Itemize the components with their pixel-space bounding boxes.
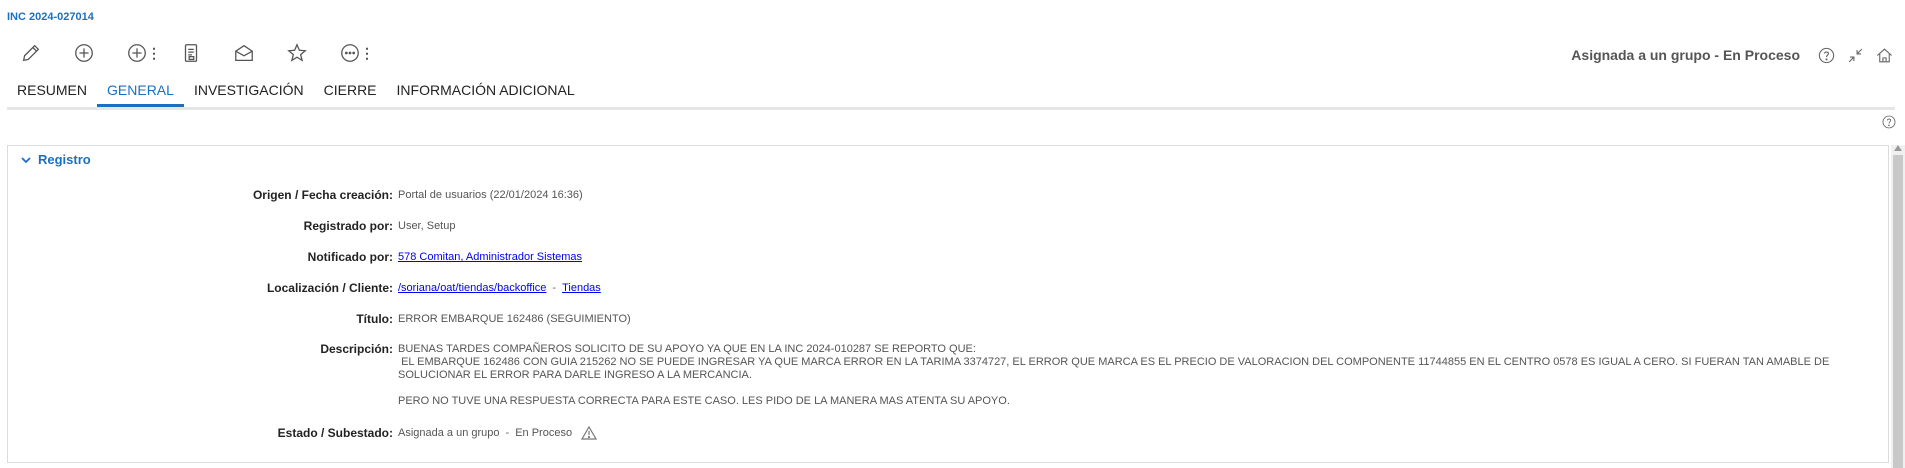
status-area: Asignada a un grupo - En Proceso bbox=[1571, 43, 1895, 67]
scroll-thumb[interactable] bbox=[1893, 155, 1903, 468]
envelope-open-icon[interactable] bbox=[231, 40, 257, 66]
scroll-up-arrow-icon[interactable] bbox=[1894, 145, 1902, 151]
registro-panel: Registro Origen / Fecha creación: Portal… bbox=[7, 145, 1889, 463]
tab-bar: RESUMEN GENERAL INVESTIGACIÓN CIERRE INF… bbox=[7, 80, 585, 108]
tab-general[interactable]: GENERAL bbox=[97, 80, 184, 108]
field-label: Notificado por: bbox=[307, 250, 393, 264]
scrollbar[interactable] bbox=[1891, 145, 1905, 468]
help-icon[interactable] bbox=[1815, 44, 1837, 66]
chevron-down-icon bbox=[21, 156, 31, 163]
field-value: User, Setup bbox=[398, 220, 456, 232]
star-icon[interactable] bbox=[284, 40, 310, 66]
add-circle-icon[interactable] bbox=[71, 40, 97, 66]
substate-value: En Proceso bbox=[515, 426, 573, 439]
more-options-icon[interactable]: ⋮ bbox=[360, 40, 374, 66]
tab-investigacion[interactable]: INVESTIGACIÓN bbox=[184, 80, 314, 108]
location-link[interactable]: /soriana/oat/tiendas/backoffice bbox=[398, 282, 546, 294]
field-label: Título: bbox=[356, 312, 393, 326]
home-icon[interactable] bbox=[1873, 44, 1895, 66]
warning-icon[interactable] bbox=[581, 425, 598, 440]
tab-cierre[interactable]: CIERRE bbox=[314, 80, 387, 108]
more-options-icon[interactable]: ⋮ bbox=[147, 40, 161, 66]
section-title: Registro bbox=[38, 152, 91, 167]
field-label: Estado / Subestado: bbox=[277, 426, 393, 440]
field-label: Registrado por: bbox=[303, 219, 393, 233]
client-link[interactable]: Tiendas bbox=[562, 282, 601, 294]
pencil-icon[interactable] bbox=[18, 40, 44, 66]
collapse-icon[interactable] bbox=[1844, 44, 1866, 66]
description-line: PERO NO TUVE UNA RESPUESTA CORRECTA PARA… bbox=[398, 395, 1010, 407]
status-text: Asignada a un grupo - En Proceso bbox=[1571, 47, 1800, 63]
notificado-link[interactable]: 578 Comitan, Administrador Sistemas bbox=[398, 251, 582, 263]
description-line: BUENAS TARDES COMPAÑEROS SOLICITO DE SU … bbox=[398, 343, 976, 355]
separator: - bbox=[552, 282, 557, 294]
description-text: BUENAS TARDES COMPAÑEROS SOLICITO DE SU … bbox=[398, 343, 1868, 408]
field-label: Origen / Fecha creación: bbox=[252, 188, 393, 202]
field-label: Localización / Cliente: bbox=[266, 281, 393, 295]
description-line: EL EMBARQUE 162486 CON GUIA 215262 NO SE… bbox=[398, 356, 1833, 381]
state-value: Asignada a un grupo bbox=[398, 426, 500, 439]
document-icon[interactable] bbox=[178, 40, 204, 66]
field-label: Descripción: bbox=[320, 342, 393, 356]
incident-id: INC 2024-027014 bbox=[7, 11, 94, 23]
help-icon[interactable] bbox=[1881, 114, 1899, 132]
tab-informacion-adicional[interactable]: INFORMACIÓN ADICIONAL bbox=[387, 80, 585, 108]
tabs-divider bbox=[7, 107, 1895, 110]
toolbar: ⋮ ⋮ bbox=[18, 40, 374, 66]
field-value: Portal de usuarios (22/01/2024 16:36) bbox=[398, 189, 583, 201]
separator: - bbox=[505, 426, 510, 439]
tab-resumen[interactable]: RESUMEN bbox=[7, 80, 97, 108]
field-value: ERROR EMBARQUE 162486 (SEGUIMIENTO) bbox=[398, 313, 631, 325]
section-toggle[interactable]: Registro bbox=[20, 152, 91, 167]
